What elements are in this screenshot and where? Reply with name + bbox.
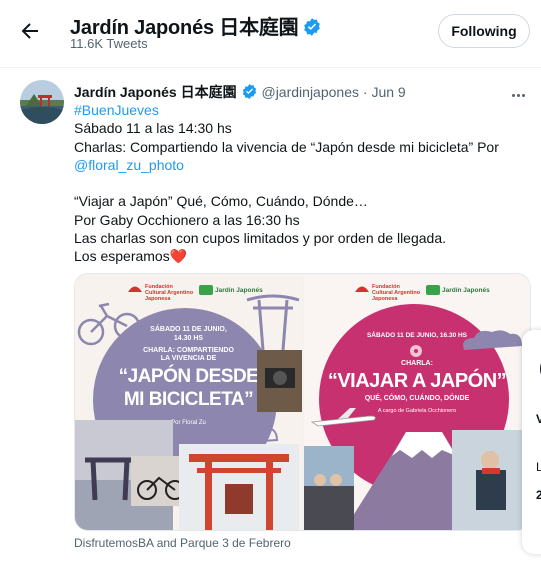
tweet-date[interactable]: Jun 9: [371, 84, 405, 100]
side-card-text: L: [536, 460, 541, 474]
media-credit[interactable]: DisfrutemosBA and Parque 3 de Febrero: [74, 536, 291, 550]
meta-separator: ·: [362, 84, 368, 100]
tweet-header: Jardín Japonés 日本庭園 @jardinjapones · Jun…: [74, 82, 406, 103]
poster-left-time: 14.30 HS: [173, 335, 204, 342]
tweet-line: Los esperamos: [74, 248, 170, 265]
header-divider: [0, 67, 541, 68]
tweet-line: Las charlas son con cupos limitados y po…: [74, 230, 446, 247]
mention-link[interactable]: @floral_zu_photo: [74, 157, 184, 173]
tweet-media[interactable]: Fundación Cultural Argentino Japonesa Ja…: [74, 273, 531, 531]
tweet-line: Por Gaby Occhionero a las 16:30 hs: [74, 211, 300, 228]
poster-right-title: “VIAJAR A JAPÓN”: [327, 370, 507, 392]
cloud-illustration: [463, 330, 522, 350]
tweet-text: #BuenJueves Sábado 11 a las 14:30 hs Cha…: [74, 101, 524, 266]
hashtag-link[interactable]: #BuenJueves: [74, 102, 159, 118]
poster-right-kicker: CHARLA:: [401, 360, 433, 367]
jardin-logo-icon: [199, 285, 213, 295]
author-name[interactable]: Jardín Japonés 日本庭園: [74, 84, 237, 100]
side-card[interactable]: V L 2: [522, 330, 541, 554]
heart-emoji: ❤️: [169, 248, 188, 265]
jardin-logo-icon: [426, 285, 440, 295]
org1-label: Fundación Cultural Argentino Japonesa: [145, 284, 194, 302]
red-torii-photo: [179, 444, 299, 530]
verified-badge-icon: [302, 17, 322, 43]
tweet-count: 11.6K Tweets: [70, 36, 148, 51]
back-arrow-icon[interactable]: [18, 19, 42, 43]
poster-left-date: SÁBADO 11 DE JUNIO,: [150, 326, 227, 333]
poster-right-image[interactable]: Fundación Cultural Argentino Japonesa Ja…: [304, 274, 530, 530]
following-button[interactable]: Following: [438, 14, 530, 48]
tweet-line: Sábado 11 a las 14:30 hs: [74, 120, 232, 137]
flower-icon: [410, 345, 422, 357]
profile-header: Jardín Japonés 日本庭園 11.6K Tweets Followi…: [0, 0, 541, 66]
author-handle[interactable]: @jardinjapones: [261, 84, 359, 100]
avatar[interactable]: [20, 80, 64, 124]
tweet-line: “Viajar a Japón” Qué, Cómo, Cuándo, Dónd…: [74, 193, 368, 210]
couple-photo: [304, 446, 354, 530]
side-card-text: V: [536, 412, 541, 426]
org-logo-icon: [128, 286, 142, 292]
card-circle-icon: [540, 363, 541, 375]
org1-label: Fundación Cultural Argentino Japonesa: [372, 284, 421, 302]
verified-badge-icon: [241, 83, 258, 103]
org-logo-icon: [355, 286, 369, 292]
more-dots-icon[interactable]: [512, 84, 528, 97]
poster-left-image[interactable]: Fundación Cultural Argentino Japonesa Ja…: [75, 274, 302, 530]
side-card-text: 2: [536, 488, 541, 502]
tweet-line: Charlas: Compartiendo la vivencia de “Ja…: [74, 138, 499, 155]
org2-label: Jardín Japonés: [442, 287, 490, 294]
photographer-photo: [257, 350, 302, 412]
poster-right-subtitle: QUÉ, CÓMO, CUÁNDO, DÓNDE: [364, 395, 470, 402]
woman-photo: [452, 430, 530, 530]
